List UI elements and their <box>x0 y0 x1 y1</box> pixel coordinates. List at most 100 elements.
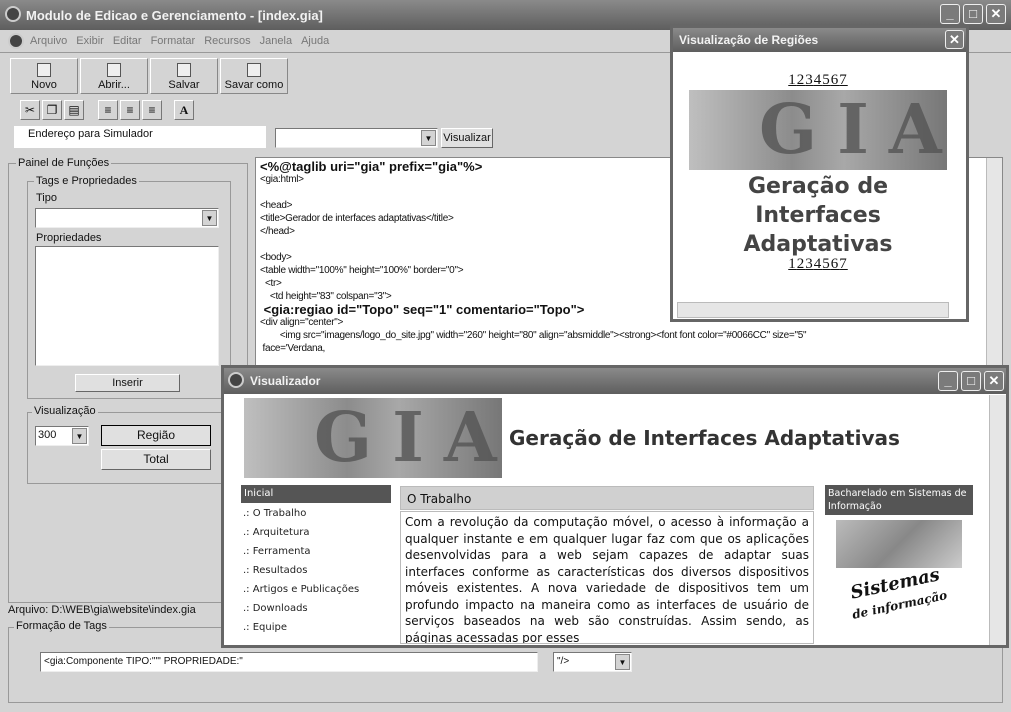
new-icon <box>37 63 51 77</box>
nav-header: Inicial <box>241 485 391 503</box>
heading-line: Interfaces <box>755 203 881 228</box>
cut-icon: ✂ <box>24 103 36 117</box>
region-button[interactable]: Região <box>101 425 211 446</box>
tag-suffix-combo[interactable]: "/> ▼ <box>553 652 632 672</box>
page-link[interactable]: 1 <box>788 72 797 88</box>
paste-button[interactable]: ▤ <box>64 100 84 120</box>
page-link[interactable]: 7 <box>839 256 848 272</box>
save-as-button[interactable]: Savar como <box>220 58 288 94</box>
align-left-button[interactable]: ≡ <box>98 100 118 120</box>
section-title: O Trabalho <box>400 486 814 510</box>
viewer-title-bar: Visualizador _ □ ✕ <box>224 368 1006 394</box>
side-image <box>836 520 962 568</box>
menu-formatar[interactable]: Formatar <box>151 35 196 47</box>
menu-recursos[interactable]: Recursos <box>204 35 250 47</box>
menu-ajuda[interactable]: Ajuda <box>301 35 329 47</box>
open-button[interactable]: Abrir... <box>80 58 148 94</box>
tags-group-title: Tags e Propriedades <box>34 175 139 187</box>
cut-button[interactable]: ✂ <box>20 100 40 120</box>
save-icon <box>177 63 191 77</box>
chevron-down-icon[interactable]: ▼ <box>72 428 87 444</box>
align-right-button[interactable]: ≡ <box>142 100 162 120</box>
tag-input[interactable]: <gia:Componente TIPO:""' PROPRIEDADE:" <box>40 652 538 672</box>
total-button[interactable]: Total <box>101 449 211 470</box>
nav-link[interactable]: .: O Trabalho <box>241 504 391 523</box>
functions-panel-title: Painel de Funções <box>16 157 112 169</box>
insert-button[interactable]: Inserir <box>75 374 180 392</box>
site-nav: .: O Trabalho.: Arquitetura.: Ferramenta… <box>241 504 391 637</box>
viewer-window: Visualizador _ □ ✕ GIA Geração de Interf… <box>221 365 1009 648</box>
tipo-label: Tipo <box>36 192 57 204</box>
page-link[interactable]: 4 <box>814 72 823 88</box>
address-combo[interactable]: ▼ <box>275 128 438 148</box>
nav-link[interactable]: .: Arquitetura <box>241 523 391 542</box>
app-icon <box>228 372 244 388</box>
viewer-scrollbar[interactable] <box>989 395 1006 645</box>
properties-label: Propriedades <box>36 232 102 244</box>
page-link[interactable]: 2 <box>797 256 806 272</box>
align-right-icon: ≡ <box>148 103 156 117</box>
tipo-combo[interactable]: ▼ <box>35 208 219 228</box>
site-heading: Geração de Interfaces Adaptativas <box>509 426 900 450</box>
menu-bar: Arquivo Exibir Editar Formatar Recursos … <box>8 32 338 50</box>
close-button[interactable]: ✕ <box>984 371 1004 391</box>
page-link[interactable]: 6 <box>831 256 840 272</box>
page-link[interactable]: 5 <box>822 256 831 272</box>
menu-janela[interactable]: Janela <box>260 35 292 47</box>
page-link[interactable]: 3 <box>805 72 814 88</box>
new-button[interactable]: Novo <box>10 58 78 94</box>
gia-logo: GIA <box>689 90 947 170</box>
nav-link[interactable]: .: Artigos e Publicações <box>241 580 391 599</box>
chevron-down-icon[interactable]: ▼ <box>421 130 436 146</box>
minimize-button[interactable]: _ <box>938 371 958 391</box>
zoom-combo[interactable]: 300 ▼ <box>35 426 89 446</box>
nav-link[interactable]: .: Resultados <box>241 561 391 580</box>
nav-link[interactable]: .: Equipe <box>241 618 391 637</box>
window-title: Modulo de Edicao e Gerenciamento - [inde… <box>26 7 323 23</box>
align-center-button[interactable]: ≡ <box>120 100 140 120</box>
side-header: Bacharelado em Sistemas de Informação <box>825 485 973 515</box>
chevron-down-icon[interactable]: ▼ <box>202 210 217 226</box>
page-link[interactable]: 1 <box>788 256 797 272</box>
regions-h-scrollbar[interactable] <box>677 302 949 318</box>
open-icon <box>107 63 121 77</box>
file-path: Arquivo: D:\WEB\gia\website\index.gia <box>8 604 196 616</box>
menu-arquivo[interactable]: Arquivo <box>30 35 67 47</box>
regions-content: 1234567 GIA Geração de Interfaces Adapta… <box>677 54 959 304</box>
visualization-group <box>27 412 231 484</box>
properties-list[interactable] <box>35 246 219 366</box>
nav-link[interactable]: .: Ferramenta <box>241 542 391 561</box>
editor-scrollbar[interactable] <box>986 158 1002 366</box>
nav-link[interactable]: .: Downloads <box>241 599 391 618</box>
regions-window: Visualização de Regiões ✕ 1234567 GIA Ge… <box>670 25 969 322</box>
page-link[interactable]: 3 <box>805 256 814 272</box>
maximize-button[interactable]: □ <box>963 4 983 24</box>
page-link[interactable]: 5 <box>822 72 831 88</box>
heading-line: Adaptativas <box>743 232 893 257</box>
font-button[interactable]: A <box>174 100 194 120</box>
page-link[interactable]: 6 <box>831 72 840 88</box>
page-link[interactable]: 2 <box>797 72 806 88</box>
close-button[interactable]: ✕ <box>945 30 964 49</box>
code-line: face='Verdana, <box>260 343 325 354</box>
code-line: <img src="imagens/logo_do_site.jpg" widt… <box>260 330 807 341</box>
menu-exibir[interactable]: Exibir <box>76 35 104 47</box>
chevron-down-icon[interactable]: ▼ <box>615 654 630 670</box>
visualize-button[interactable]: Visualizar <box>441 128 493 148</box>
page-link[interactable]: 7 <box>839 72 848 88</box>
copy-icon: ❐ <box>46 103 58 117</box>
doc-icon <box>8 33 24 49</box>
menu-editar[interactable]: Editar <box>113 35 142 47</box>
address-label: Endereço para Simulador <box>14 126 266 148</box>
save-button[interactable]: Salvar <box>150 58 218 94</box>
copy-button[interactable]: ❐ <box>42 100 62 120</box>
align-left-icon: ≡ <box>104 103 112 117</box>
gia-logo: GIA <box>244 398 502 478</box>
minimize-button[interactable]: _ <box>940 4 960 24</box>
maximize-button[interactable]: □ <box>961 371 981 391</box>
regions-title-bar: Visualização de Regiões ✕ <box>673 28 966 52</box>
close-button[interactable]: ✕ <box>986 4 1006 24</box>
visualization-group-title: Visualização <box>32 405 98 417</box>
paste-icon: ▤ <box>68 103 80 117</box>
page-link[interactable]: 4 <box>814 256 823 272</box>
